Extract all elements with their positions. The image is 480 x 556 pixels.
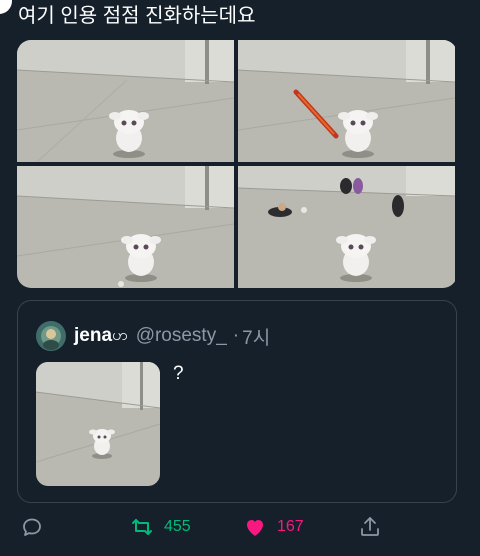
like-count: 167	[277, 518, 304, 535]
quote-time[interactable]: 7시	[242, 323, 270, 350]
photo-4[interactable]	[238, 166, 455, 288]
photo-3[interactable]	[17, 166, 234, 288]
quote-text: ?	[173, 363, 184, 384]
photo-2[interactable]	[238, 40, 455, 162]
quote-tweet[interactable]: jena ဟ @rosesty_ · 7시 ?	[17, 300, 457, 503]
quote-name-glyph: ဟ	[112, 327, 128, 344]
quote-photo[interactable]	[36, 362, 160, 486]
heart-icon	[247, 520, 263, 536]
like-button[interactable]: 167	[243, 515, 304, 539]
tweet-text: 여기 인용 점점 진화하는데요	[18, 5, 256, 27]
photo-1[interactable]	[17, 40, 234, 162]
quote-avatar[interactable]	[36, 321, 66, 351]
action-bar: 455 167	[0, 509, 480, 545]
share-button[interactable]	[358, 515, 382, 539]
share-icon	[361, 517, 379, 536]
quote-header: jena ဟ @rosesty_ · 7시	[36, 321, 270, 351]
retweet-icon	[132, 519, 152, 535]
quote-separator: ·	[232, 325, 240, 346]
reply-button[interactable]	[20, 515, 44, 539]
retweet-count: 455	[164, 518, 191, 535]
author-avatar[interactable]	[0, 0, 12, 14]
reply-icon	[23, 518, 41, 536]
quote-handle[interactable]: @rosesty_	[136, 325, 227, 347]
retweet-button[interactable]: 455	[130, 515, 191, 539]
quote-display-name[interactable]: jena	[74, 325, 112, 347]
media-grid	[17, 40, 457, 288]
